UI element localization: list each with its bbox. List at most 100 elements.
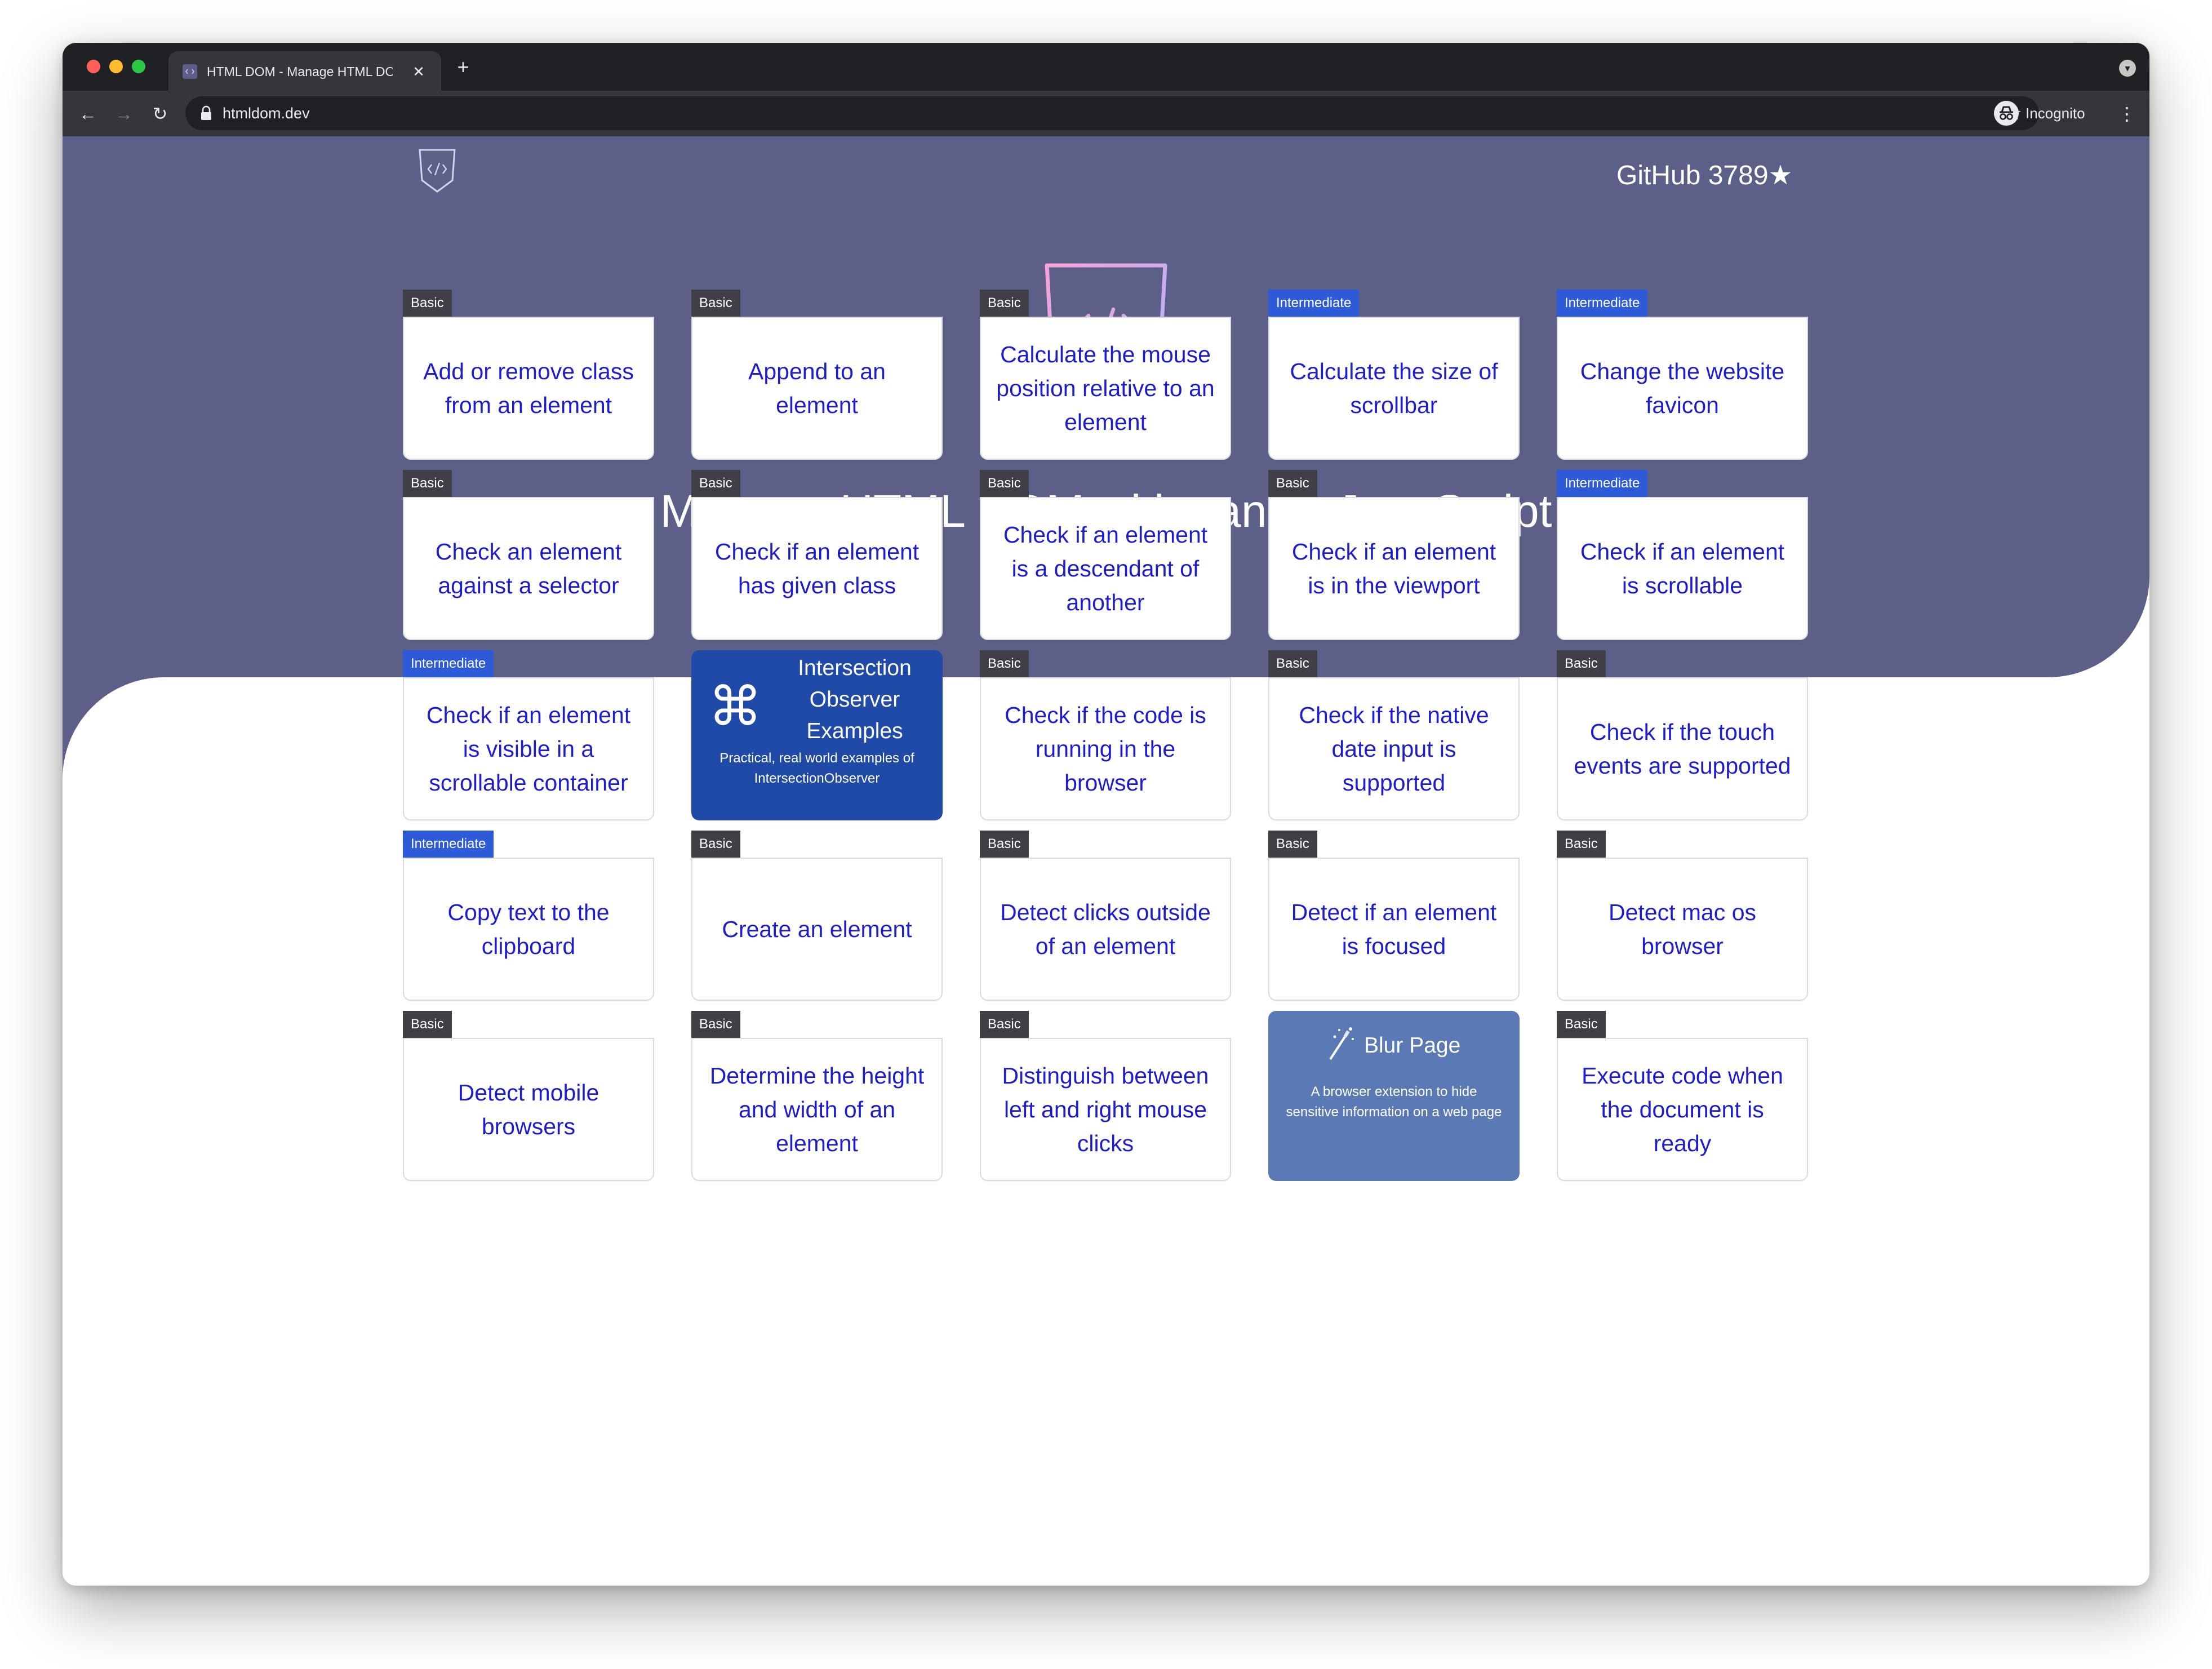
back-button[interactable]: ← [75, 101, 101, 127]
card-title-link[interactable]: Check if an element is a descendant of a… [994, 518, 1216, 619]
level-badge-basic: Basic [1268, 650, 1317, 677]
github-label: GitHub [1616, 161, 1701, 190]
level-badge-basic: Basic [1557, 831, 1606, 858]
magic-wand-icon [1329, 1027, 1354, 1060]
card-title-link[interactable]: Check if the code is running in the brow… [994, 698, 1216, 800]
level-badge-basic: Basic [980, 831, 1029, 858]
card-title-link[interactable]: Check if an element is visible in a scro… [417, 698, 639, 800]
address-bar[interactable]: htmldom.dev ☆ [185, 96, 2039, 130]
level-badge-basic: Basic [1268, 470, 1317, 497]
card-title-link[interactable]: Change the website favicon [1571, 354, 1793, 422]
level-badge-basic: Basic [980, 290, 1029, 317]
card-check-if-an-element-has-given-class[interactable]: Check if an element has given class [691, 497, 943, 640]
card-title-link[interactable]: Detect mac os browser [1571, 895, 1793, 963]
card-title-link[interactable]: Check if an element is in the viewport [1283, 535, 1505, 602]
site-logo-icon[interactable] [417, 148, 457, 194]
level-badge-intermediate: Intermediate [1557, 470, 1648, 497]
sponsored-title: Blur Page [1364, 1033, 1461, 1058]
card-title-link[interactable]: Determine the height and width of an ele… [706, 1059, 928, 1160]
card-title-link[interactable]: Add or remove class from an element [417, 354, 639, 422]
card-check-if-the-native-date-input-is-supported[interactable]: Check if the native date input is suppor… [1268, 677, 1520, 820]
page-viewport: GitHub 3789★ Manage HTML DOM with vanill… [63, 136, 2149, 1586]
browser-window: HTML DOM - Manage HTML DOM with vanilla … [63, 43, 2149, 1586]
sponsored-card[interactable]: ⌘ Intersection Observer Examples Practical… [691, 650, 943, 820]
forward-button[interactable]: → [111, 101, 137, 127]
level-badge-intermediate: Intermediate [1268, 290, 1360, 317]
level-badge-basic: Basic [403, 1011, 452, 1038]
card-title-link[interactable]: Detect if an element is focused [1283, 895, 1505, 963]
level-badge-intermediate: Intermediate [403, 831, 494, 858]
card-title-link[interactable]: Check if an element has given class [706, 535, 928, 602]
card-title-link[interactable]: Check an element against a selector [417, 535, 639, 602]
card-check-an-element-against-a-selector[interactable]: Check an element against a selector [403, 497, 654, 640]
active-tab[interactable]: HTML DOM - Manage HTML DOM with vanilla … [168, 51, 441, 91]
command-key-icon: ⌘ [708, 677, 762, 737]
browser-toolbar: ← → ↻ htmldom.dev ☆ Incognito ⋮ [63, 91, 2149, 136]
reload-button[interactable]: ↻ [147, 101, 173, 127]
card-check-if-an-element-is-a-descendant-of-another[interactable]: Check if an element is a descendant of a… [980, 497, 1231, 640]
card-title-link[interactable]: Append to an element [706, 354, 928, 422]
card-title-link[interactable]: Check if the touch events are supported [1571, 715, 1793, 783]
level-badge-basic: Basic [691, 290, 740, 317]
level-badge-basic: Basic [403, 470, 452, 497]
card-distinguish-between-left-and-right-mouse-clicks[interactable]: Distinguish between left and right mouse… [980, 1038, 1231, 1181]
level-badge-basic: Basic [980, 1011, 1029, 1038]
card-create-an-element[interactable]: Create an element [691, 858, 943, 1001]
incognito-icon[interactable] [1994, 101, 2019, 126]
card-append-to-an-element[interactable]: Append to an element [691, 317, 943, 460]
card-title-link[interactable]: Execute code when the document is ready [1571, 1059, 1793, 1160]
card-title-link[interactable]: Create an element [722, 912, 912, 946]
tab-search-icon[interactable]: ▾ [2119, 60, 2136, 77]
card-detect-if-an-element-is-focused[interactable]: Detect if an element is focused [1268, 858, 1520, 1001]
card-title-link[interactable]: Distinguish between left and right mouse… [994, 1059, 1216, 1160]
sponsored-description: Practical, real world examples of Inters… [719, 751, 914, 786]
incognito-label: Incognito [2026, 105, 2085, 122]
maximize-window-button[interactable] [132, 60, 145, 73]
tab-title: HTML DOM - Manage HTML DOM with vanilla … [207, 64, 393, 79]
card-execute-code-when-the-document-is-ready[interactable]: Execute code when the document is ready [1557, 1038, 1808, 1181]
card-calculate-the-mouse-position-relative-to-an-element[interactable]: Calculate the mouse position relative to… [980, 317, 1231, 460]
level-badge-basic: Basic [691, 831, 740, 858]
url-text[interactable]: htmldom.dev [223, 104, 310, 122]
card-title-link[interactable]: Calculate the mouse position relative to… [994, 338, 1216, 439]
close-window-button[interactable] [87, 60, 100, 73]
level-badge-basic: Basic [980, 470, 1029, 497]
close-tab-icon[interactable]: ✕ [408, 61, 429, 82]
github-link[interactable]: GitHub 3789★ [1616, 160, 1793, 192]
card-check-if-an-element-is-in-the-viewport[interactable]: Check if an element is in the viewport [1268, 497, 1520, 640]
card-title-link[interactable]: Calculate the size of scrollbar [1283, 354, 1505, 422]
level-badge-intermediate: Intermediate [403, 650, 494, 677]
sponsored-description: A browser extension to hide sensitive in… [1286, 1084, 1502, 1120]
sponsored-title: Intersection Observer Examples [798, 656, 912, 743]
new-tab-button[interactable]: + [451, 55, 475, 79]
level-badge-basic: Basic [691, 1011, 740, 1038]
github-star-icon: ★ [1768, 161, 1793, 190]
card-title-link[interactable]: Copy text to the clipboard [417, 895, 639, 963]
level-badge-basic: Basic [1557, 1011, 1606, 1038]
card-title-link[interactable]: Detect mobile browsers [417, 1076, 639, 1143]
card-determine-the-height-and-width-of-an-element[interactable]: Determine the height and width of an ele… [691, 1038, 943, 1181]
card-title-link[interactable]: Check if the native date input is suppor… [1283, 698, 1505, 800]
level-badge-basic: Basic [980, 650, 1029, 677]
card-change-the-website-favicon[interactable]: Change the website favicon [1557, 317, 1808, 460]
browser-menu-icon[interactable]: ⋮ [2118, 101, 2136, 127]
card-detect-clicks-outside-of-an-element[interactable]: Detect clicks outside of an element [980, 858, 1231, 1001]
card-copy-text-to-the-clipboard[interactable]: Copy text to the clipboard [403, 858, 654, 1001]
card-detect-mobile-browsers[interactable]: Detect mobile browsers [403, 1038, 654, 1181]
card-detect-mac-os-browser[interactable]: Detect mac os browser [1557, 858, 1808, 1001]
card-add-or-remove-class-from-an-element[interactable]: Add or remove class from an element [403, 317, 654, 460]
level-badge-basic: Basic [1557, 650, 1606, 677]
card-check-if-the-code-is-running-in-the-browser[interactable]: Check if the code is running in the brow… [980, 677, 1231, 820]
level-badge-basic: Basic [403, 290, 452, 317]
card-check-if-an-element-is-scrollable[interactable]: Check if an element is scrollable [1557, 497, 1808, 640]
level-badge-intermediate: Intermediate [1557, 290, 1648, 317]
level-badge-basic: Basic [1268, 831, 1317, 858]
sponsored-card[interactable]: Blur Page A browser extension to hide sen… [1268, 1011, 1520, 1181]
card-check-if-an-element-is-visible-in-a-scrollable-container[interactable]: Check if an element is visible in a scro… [403, 677, 654, 820]
card-calculate-the-size-of-scrollbar[interactable]: Calculate the size of scrollbar [1268, 317, 1520, 460]
card-title-link[interactable]: Check if an element is scrollable [1571, 535, 1793, 602]
minimize-window-button[interactable] [109, 60, 123, 73]
card-check-if-the-touch-events-are-supported[interactable]: Check if the touch events are supported [1557, 677, 1808, 820]
tab-strip: HTML DOM - Manage HTML DOM with vanilla … [63, 43, 2149, 91]
card-title-link[interactable]: Detect clicks outside of an element [994, 895, 1216, 963]
